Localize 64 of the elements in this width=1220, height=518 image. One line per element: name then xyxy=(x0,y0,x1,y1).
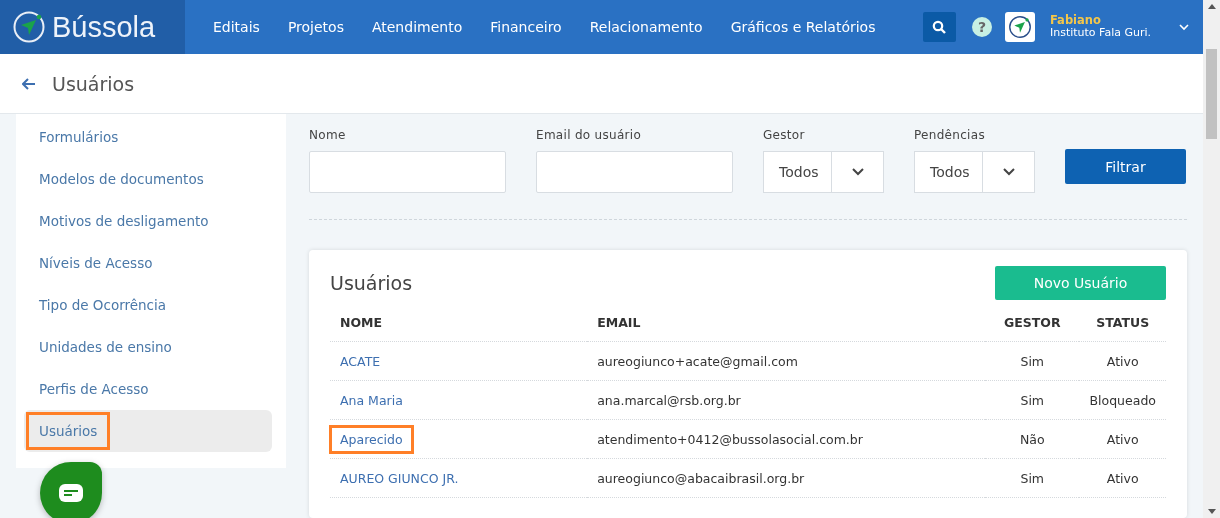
input-field[interactable] xyxy=(536,151,733,193)
select-field[interactable]: Todos xyxy=(914,151,1035,193)
table-cell: Ativo xyxy=(1079,341,1166,381)
table-cell: Não xyxy=(985,419,1080,459)
sidebar-item[interactable]: Formulários xyxy=(24,116,272,158)
column-header: NOME xyxy=(330,304,588,342)
chevron-down-icon xyxy=(851,168,864,176)
sidebar-item[interactable]: Modelos de documentos xyxy=(24,158,272,200)
sidebar-item[interactable]: Perfis de Acesso xyxy=(24,368,272,410)
sidebar-item[interactable]: Motivos de desligamento xyxy=(24,200,272,242)
nav-link[interactable]: Relacionamento xyxy=(575,19,717,35)
user-name-link[interactable]: AUREO GIUNCO JR. xyxy=(329,463,470,493)
email-cell: aureogiunco@abacaibrasil.org.br xyxy=(597,470,805,486)
chevron-down-icon xyxy=(1002,168,1015,176)
user-name-link[interactable]: Aparecido xyxy=(329,424,414,454)
organization-name: Instituto Fala Guri. xyxy=(1049,27,1151,40)
scroll-up-icon[interactable] xyxy=(1207,4,1216,9)
user-name-link[interactable]: ACATE xyxy=(329,346,392,376)
user-name: Fabiano xyxy=(1049,14,1102,28)
nav-link[interactable]: Financeiro xyxy=(476,19,576,35)
field-label: Nome xyxy=(309,128,347,142)
field-label: Pendências xyxy=(914,128,986,142)
sidebar-item[interactable]: Usuários xyxy=(24,410,272,452)
email-cell: ana.marcal@rsb.org.br xyxy=(597,392,741,408)
chevron-down-icon[interactable] xyxy=(1179,23,1189,31)
field-label: Email do usuário xyxy=(536,128,643,142)
help-icon[interactable]: ? xyxy=(971,17,992,37)
nav-link[interactable]: Editais xyxy=(199,19,274,35)
filter-button[interactable]: Filtrar xyxy=(1065,149,1186,184)
input-field[interactable] xyxy=(309,151,506,193)
back-arrow-icon[interactable] xyxy=(22,77,36,90)
scroll-down-icon[interactable] xyxy=(1207,509,1216,514)
scrollbar-thumb[interactable] xyxy=(1206,49,1217,139)
nav-link[interactable]: Gráficos e Relatórios xyxy=(716,19,890,35)
sidebar-item[interactable]: Tipo de Ocorrência xyxy=(24,284,272,326)
email-cell: atendimento+0412@bussolasocial.com.br xyxy=(597,431,863,447)
page-title: Usuários xyxy=(52,72,135,95)
table-cell: Ativo xyxy=(1079,419,1166,459)
column-header: STATUS xyxy=(1079,304,1166,342)
search-icon xyxy=(932,20,947,34)
table-cell: Sim xyxy=(985,380,1080,420)
table-cell: Bloqueado xyxy=(1079,380,1166,420)
brand-name: Bússola xyxy=(52,10,156,44)
field-label: Gestor xyxy=(763,128,806,142)
nav-link[interactable]: Projetos xyxy=(273,19,358,35)
scrollbar[interactable] xyxy=(1203,0,1220,518)
nav-link[interactable]: Atendimento xyxy=(357,19,477,35)
search-button[interactable] xyxy=(922,12,956,42)
column-header: EMAIL xyxy=(587,304,986,342)
select-field[interactable]: Todos xyxy=(763,151,884,193)
table-cell: Sim xyxy=(985,341,1080,381)
table-cell: Sim xyxy=(985,458,1080,498)
column-header: GESTOR xyxy=(985,304,1080,342)
card-title: Usuários xyxy=(330,272,413,294)
sidebar-item[interactable]: Níveis de Acesso xyxy=(24,242,272,284)
email-cell: aureogiunco+acate@gmail.com xyxy=(597,353,798,369)
sidebar-item[interactable]: Unidades de ensino xyxy=(24,326,272,368)
table-cell: Ativo xyxy=(1079,458,1166,498)
avatar[interactable] xyxy=(1004,12,1035,42)
chat-icon xyxy=(58,483,84,503)
compass-logo-icon xyxy=(12,10,46,44)
chat-button[interactable] xyxy=(40,462,102,518)
user-name-link[interactable]: Ana Maria xyxy=(329,385,414,415)
compass-logo-icon xyxy=(1007,15,1032,39)
